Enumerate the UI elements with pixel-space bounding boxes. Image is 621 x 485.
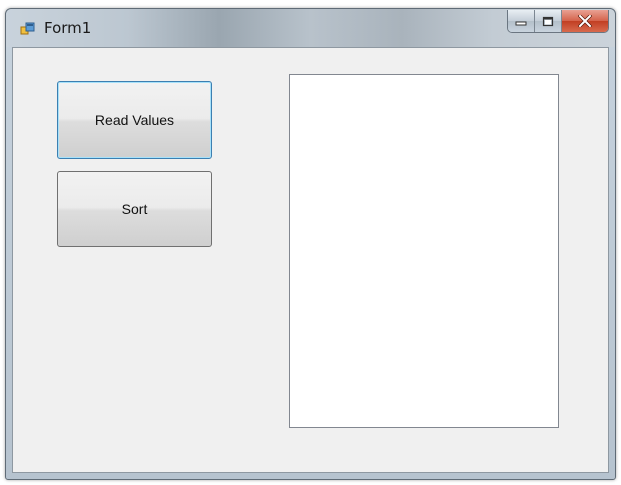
maximize-icon [542,16,554,26]
form-client-area: Read Values Sort [12,47,609,473]
read-values-label: Read Values [94,112,175,128]
form-window: Form1 Read Values Sort [5,8,616,480]
values-listbox[interactable] [289,74,559,428]
minimize-button[interactable] [508,10,535,32]
sort-button[interactable]: Sort [57,171,212,247]
read-values-button[interactable]: Read Values [57,81,212,159]
close-button[interactable] [562,10,608,32]
caption-buttons [507,10,609,33]
minimize-icon [515,21,527,26]
maximize-button[interactable] [535,10,562,32]
sort-label: Sort [121,201,148,217]
app-icon [20,22,35,35]
title-bar[interactable]: Form1 [6,9,615,47]
window-title: Form1 [44,19,92,37]
close-icon [578,15,592,27]
